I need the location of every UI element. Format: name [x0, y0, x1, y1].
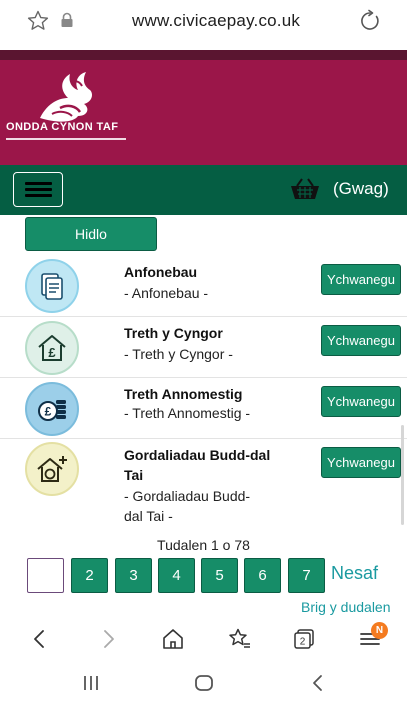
item-subtitle: - Treth y Cyngor -	[124, 346, 233, 362]
forward-arrow-icon[interactable]	[96, 627, 120, 651]
site-nav-bar: (Gwag)	[0, 165, 407, 215]
back-button-icon[interactable]	[307, 674, 329, 692]
item-subtitle: - Anfonebau -	[124, 285, 209, 301]
home-button-icon[interactable]	[193, 674, 215, 692]
page-button[interactable]: 2	[71, 558, 108, 593]
notification-badge: N	[371, 622, 388, 639]
basket-icon[interactable]	[288, 177, 322, 201]
list-scrollbar[interactable]	[401, 425, 404, 525]
browser-toolbar: 2	[0, 618, 407, 660]
recent-apps-icon[interactable]	[80, 674, 102, 692]
document-icon	[25, 259, 79, 313]
item-title: Anfonebau	[124, 264, 198, 280]
back-arrow-icon[interactable]	[28, 627, 52, 651]
brand-name[interactable]: ONDDA CYNON TAF	[6, 121, 118, 133]
cart-status[interactable]: (Gwag)	[333, 179, 389, 199]
item-title: Treth y Cyngor	[124, 325, 223, 341]
page-button-current[interactable]	[27, 558, 64, 593]
home-icon[interactable]	[161, 627, 185, 651]
list-item: £ Treth Annomestig - Treth Annomestig - …	[0, 379, 407, 439]
next-page-link[interactable]: Nesaf	[331, 563, 378, 584]
page-button[interactable]: 4	[158, 558, 195, 593]
page-button[interactable]: 5	[201, 558, 238, 593]
reload-icon[interactable]	[358, 9, 382, 33]
browser-url-bar: www.civicaepay.co.uk	[0, 0, 407, 50]
brand-underline	[6, 138, 126, 140]
page-button[interactable]: 3	[115, 558, 152, 593]
header-top-strip	[0, 50, 407, 60]
item-subtitle: - Treth Annomestig -	[124, 405, 251, 421]
tabs-count: 2	[300, 637, 306, 648]
list-item: Gordaliadau Budd-dal Tai - Gordaliadau B…	[0, 440, 407, 530]
page-info: Tudalen 1 o 78	[157, 537, 250, 553]
house-pound-icon: £	[25, 321, 79, 375]
hamburger-menu-button[interactable]	[13, 172, 63, 207]
item-title-line: Gordaliadau Budd-dal	[124, 447, 271, 463]
site-banner: ONDDA CYNON TAF	[0, 60, 407, 165]
add-button[interactable]: Ychwanegu	[321, 386, 401, 417]
svg-text:£: £	[45, 405, 52, 419]
item-subtitle-line: - Gordaliadau Budd-	[124, 488, 251, 504]
list-item: £ Treth y Cyngor - Treth y Cyngor - Ychw…	[0, 318, 407, 378]
back-to-top-link[interactable]: Brig y dudalen	[301, 599, 391, 615]
svg-text:£: £	[48, 345, 56, 360]
url-text[interactable]: www.civicaepay.co.uk	[132, 11, 300, 31]
lock-icon	[61, 12, 73, 27]
filter-button[interactable]: Hidlo	[25, 217, 157, 251]
hamburger-icon-line	[25, 194, 52, 197]
item-subtitle-line: dal Tai -	[124, 508, 173, 524]
hamburger-icon	[25, 182, 52, 185]
house-plus-coins-icon	[25, 442, 79, 496]
item-title: Treth Annomestig	[124, 386, 243, 402]
add-button[interactable]: Ychwanegu	[321, 325, 401, 356]
bookmarks-icon[interactable]	[228, 627, 252, 651]
item-title-line: Tai	[124, 467, 144, 483]
page-button[interactable]: 7	[288, 558, 325, 593]
add-button[interactable]: Ychwanegu	[321, 264, 401, 295]
system-nav-bar	[0, 664, 407, 701]
coins-icon: £	[25, 382, 79, 436]
page-button[interactable]: 6	[244, 558, 281, 593]
list-item: Anfonebau - Anfonebau - Ychwanegu	[0, 255, 407, 317]
tabs-icon[interactable]: 2	[292, 627, 316, 651]
hamburger-icon-line	[25, 188, 52, 191]
star-outline-icon[interactable]	[26, 9, 50, 33]
add-button[interactable]: Ychwanegu	[321, 447, 401, 478]
